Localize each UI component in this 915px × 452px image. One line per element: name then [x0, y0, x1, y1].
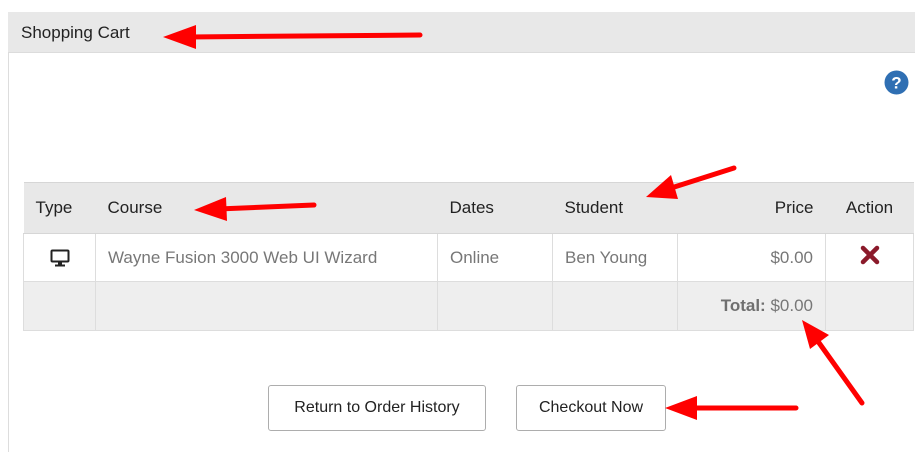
total-row: Total: $0.00 [23, 281, 914, 331]
course-cell: Wayne Fusion 3000 Web UI Wizard [95, 233, 438, 282]
shopping-cart-page: Shopping Cart ? Type Course Dates Studen… [0, 0, 915, 452]
annotation-arrow-head [665, 396, 697, 420]
cart-table: Type Course Dates Student Price Action W… [23, 182, 914, 331]
table-header-row: Type Course Dates Student Price Action [23, 182, 914, 234]
total-empty-cell [437, 281, 553, 331]
svg-text:?: ? [891, 74, 901, 93]
price-cell: $0.00 [677, 233, 826, 282]
panel-header: Shopping Cart [8, 12, 915, 53]
column-header-type: Type [23, 182, 96, 234]
student-cell: Ben Young [552, 233, 678, 282]
column-header-action: Action [825, 182, 914, 234]
total-empty-cell [23, 281, 96, 331]
total-empty-cell [552, 281, 678, 331]
total-value: $0.00 [770, 296, 813, 315]
column-header-student: Student [552, 182, 678, 234]
help-icon[interactable]: ? [884, 70, 909, 95]
panel-title: Shopping Cart [21, 23, 130, 42]
monitor-icon [23, 233, 96, 282]
column-header-dates: Dates [437, 182, 553, 234]
table-row: Wayne Fusion 3000 Web UI Wizard Online B… [23, 233, 914, 282]
total-label: Total: [720, 296, 766, 315]
column-header-price: Price [677, 182, 826, 234]
total-empty-cell [95, 281, 438, 331]
checkout-now-button[interactable]: Checkout Now [516, 385, 666, 431]
annotation-arrow [814, 337, 865, 406]
total-cell: Total: $0.00 [677, 281, 826, 331]
panel-border [8, 53, 9, 452]
total-empty-cell [825, 281, 914, 331]
remove-x-icon[interactable] [860, 245, 880, 265]
action-cell [825, 233, 914, 282]
column-header-course: Course [95, 182, 438, 234]
dates-cell: Online [437, 233, 553, 282]
return-to-order-history-button[interactable]: Return to Order History [268, 385, 486, 431]
